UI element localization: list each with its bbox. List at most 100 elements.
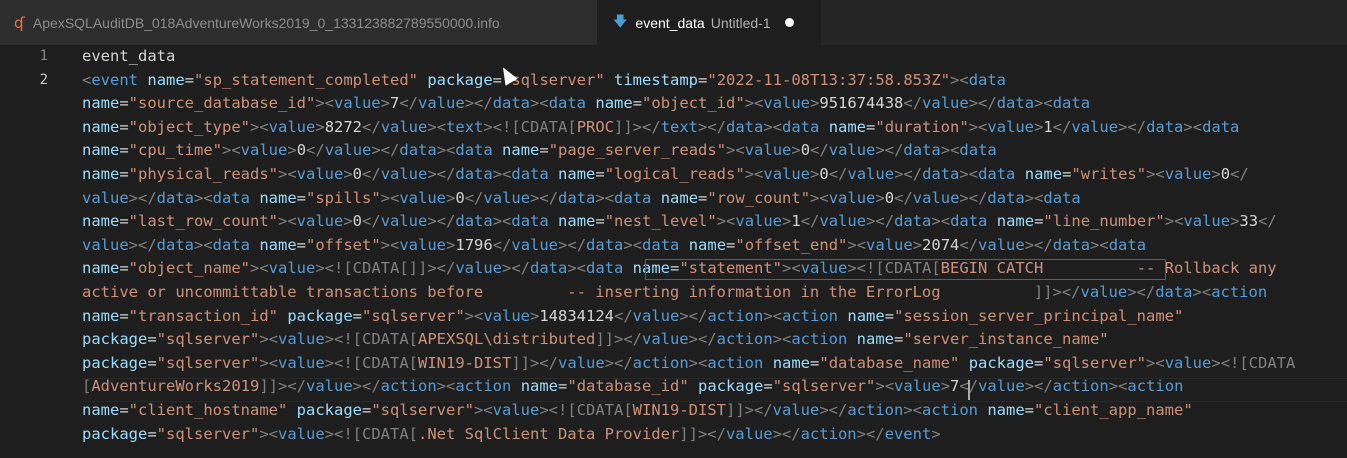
code-token: > bbox=[782, 212, 792, 231]
code-line: value></data><data name="spills"><value>… bbox=[82, 187, 1081, 211]
code-token: >< bbox=[772, 330, 792, 349]
code-token: = bbox=[1034, 212, 1044, 231]
code-token: >< bbox=[492, 212, 512, 231]
code-token: = bbox=[147, 424, 157, 443]
code-token: ></ bbox=[352, 377, 381, 396]
code-token: 0 bbox=[296, 141, 307, 160]
code-token: name bbox=[82, 306, 120, 325]
code-token: value bbox=[828, 141, 876, 160]
code-token: ><![CDATA[ bbox=[324, 330, 418, 349]
code-token: value bbox=[632, 306, 680, 325]
code-token: name bbox=[82, 259, 120, 278]
code-token: >< bbox=[277, 212, 297, 231]
code-token: > bbox=[380, 94, 390, 113]
code-token: 1 bbox=[791, 212, 801, 231]
code-token: > bbox=[810, 94, 820, 113]
code-token: WIN19-DIST bbox=[418, 353, 512, 372]
code-token: value bbox=[278, 330, 325, 349]
code-token: data bbox=[922, 165, 960, 183]
code-token: </ bbox=[399, 94, 419, 113]
code-token: ></ bbox=[968, 94, 997, 113]
code-token: .Net SqlClient Data Provider bbox=[418, 424, 680, 443]
code-token: > bbox=[343, 165, 353, 183]
code-token: name bbox=[82, 141, 120, 160]
tab-event-data[interactable]: 🡇 event_data Untitled-1 bbox=[597, 0, 821, 45]
code-token: > bbox=[931, 424, 941, 443]
code-token: >< bbox=[315, 94, 334, 113]
code-token: name bbox=[847, 306, 885, 325]
code-token: data bbox=[959, 141, 997, 160]
code-token: >< bbox=[436, 141, 456, 160]
code-token: name bbox=[520, 377, 559, 396]
code-token: = bbox=[884, 306, 895, 325]
pin-icon: 🡇 bbox=[613, 13, 628, 30]
code-token: name bbox=[502, 141, 540, 160]
code-token: package bbox=[427, 70, 493, 89]
code-editor[interactable]: 1 2 event_data <event name="sp_statement_… bbox=[0, 45, 1347, 458]
code-token: 1 bbox=[1043, 117, 1053, 136]
code-token: name bbox=[688, 235, 727, 254]
code-token: = bbox=[119, 94, 129, 113]
code-token: 0 bbox=[352, 165, 363, 183]
code-token: value bbox=[763, 165, 811, 183]
code-token: value bbox=[278, 424, 325, 443]
code-token: value bbox=[511, 235, 559, 254]
code-token: value bbox=[82, 188, 129, 207]
code-token: = bbox=[119, 306, 129, 325]
code-line: name="last_row_count"><value>0</value></… bbox=[82, 210, 1277, 234]
code-token: >< bbox=[931, 212, 951, 231]
code-token: = bbox=[810, 353, 820, 372]
code-token: ></ bbox=[679, 306, 708, 325]
code-token: = bbox=[1062, 165, 1072, 183]
code-token: name bbox=[772, 353, 811, 372]
code-token: data bbox=[156, 235, 194, 254]
code-token: >< bbox=[1146, 165, 1165, 183]
code-token: data bbox=[1155, 283, 1193, 301]
code-token: data bbox=[455, 141, 493, 160]
code-token: "line_number" bbox=[1043, 212, 1165, 231]
code-token: ><![CDATA[ bbox=[483, 117, 577, 136]
code-token: name bbox=[558, 165, 596, 183]
code-token: </ bbox=[828, 165, 848, 183]
code-token: ><![CDATA[]]></ bbox=[315, 259, 456, 278]
code-token: "logical_reads" bbox=[604, 165, 745, 183]
code-token: WIN19-DIST bbox=[632, 401, 726, 419]
code-token: value bbox=[800, 259, 848, 278]
code-token: >< bbox=[763, 306, 783, 325]
code-token: >< bbox=[903, 401, 922, 419]
code-token: data bbox=[212, 188, 250, 207]
code-token: ></ bbox=[464, 94, 493, 113]
code-token: value bbox=[725, 424, 773, 443]
code-token: "2022-11-08T13:37:58.853Z" bbox=[707, 70, 950, 89]
code-token: event_data bbox=[82, 47, 176, 65]
code-token: = bbox=[894, 330, 904, 349]
code-token: name bbox=[558, 212, 596, 231]
code-token: = bbox=[558, 377, 568, 396]
tab-info-file[interactable]: ʠ ApexSQLAuditDB_018AdventureWorks2019_0… bbox=[0, 0, 597, 45]
code-token: >< bbox=[277, 165, 297, 183]
code-token: data bbox=[978, 165, 1016, 183]
code-token: ></ bbox=[530, 188, 559, 207]
code-token: "sp_statement_completed" bbox=[194, 70, 418, 89]
code-token: = bbox=[296, 188, 307, 207]
code-token: = bbox=[352, 306, 362, 325]
code-token: 7 bbox=[390, 94, 400, 113]
tab-bar: ʠ ApexSQLAuditDB_018AdventureWorks2019_0… bbox=[0, 0, 1347, 45]
code-token: value bbox=[240, 141, 288, 160]
code-line: active or uncommittable transactions bef… bbox=[82, 281, 1267, 305]
code-token: ><![CDATA[ bbox=[324, 353, 418, 372]
code-token: ></ bbox=[128, 235, 157, 254]
code-line: <event name="sp_statement_completed" pac… bbox=[82, 69, 1006, 93]
unsaved-dot-icon[interactable] bbox=[784, 18, 794, 27]
code-token: action bbox=[632, 353, 689, 372]
code-line: name="physical_reads"><value>0</value></… bbox=[82, 163, 1249, 187]
code-token: 0 bbox=[352, 212, 363, 231]
code-token: package bbox=[296, 401, 362, 419]
code-token: value bbox=[296, 165, 344, 183]
code-token: >< bbox=[194, 188, 213, 207]
